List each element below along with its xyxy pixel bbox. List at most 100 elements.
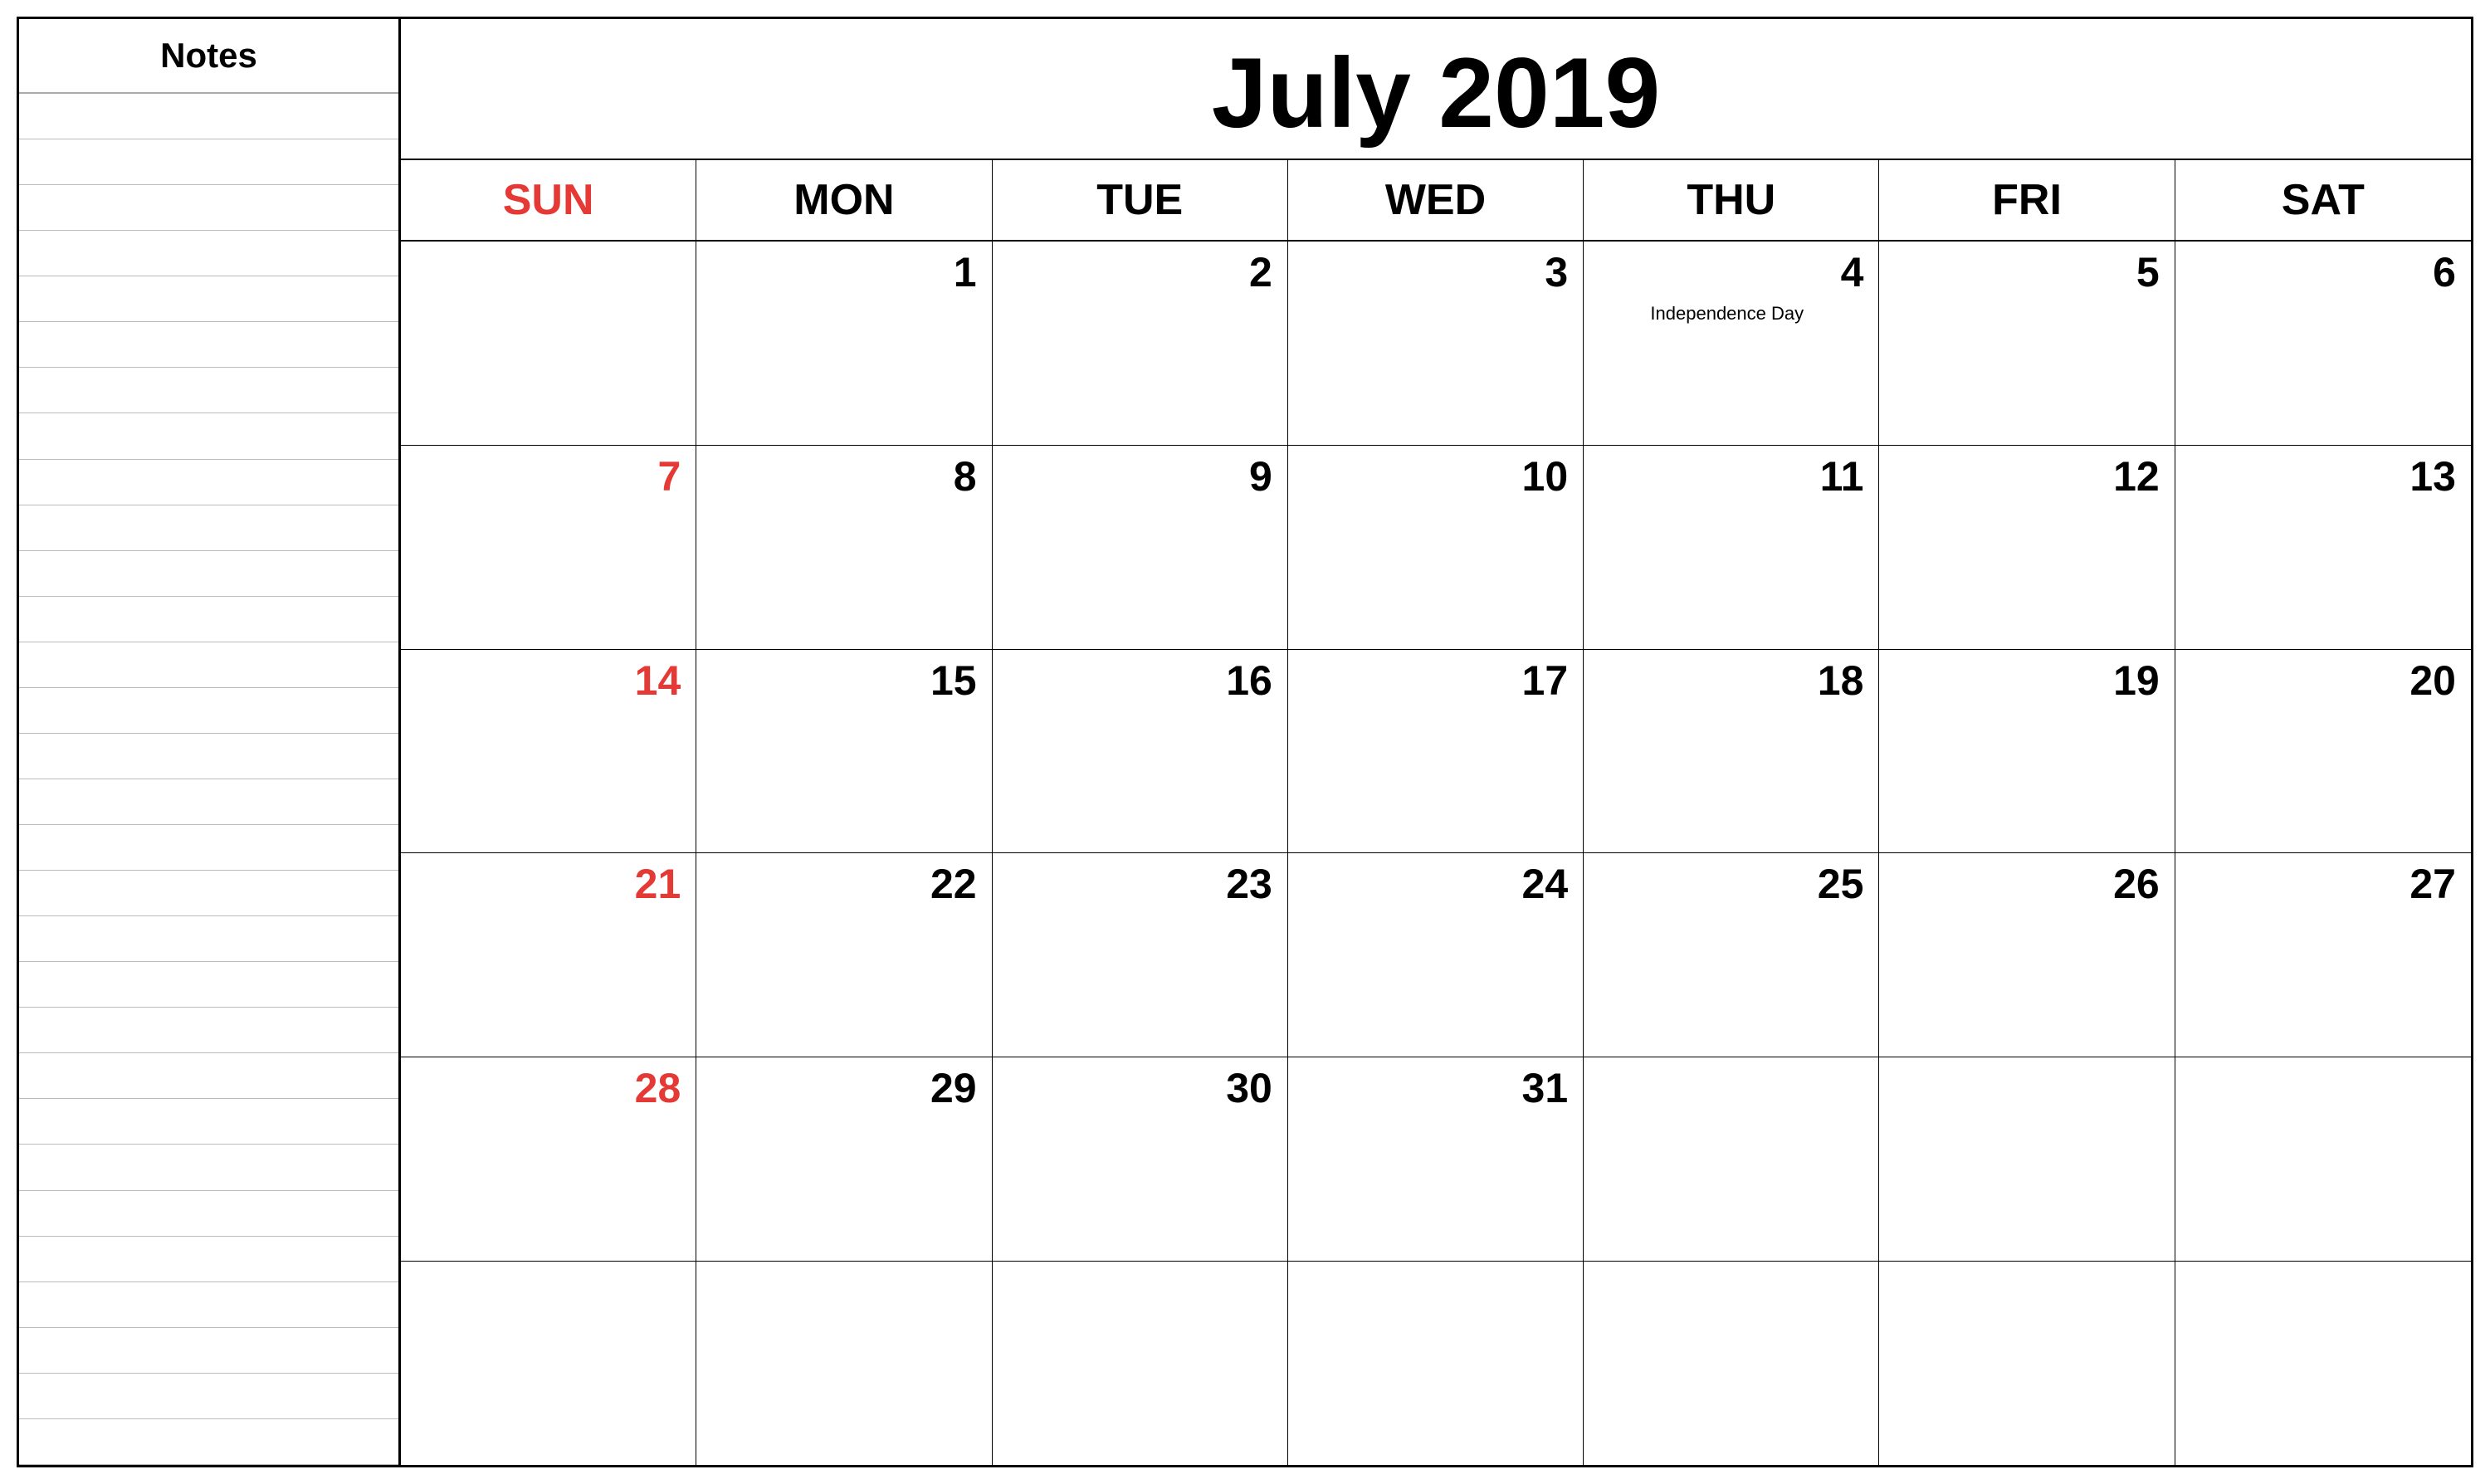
day-cell: 3 [1288, 242, 1584, 445]
day-cell: 14 [401, 650, 696, 853]
day-cell: 1 [696, 242, 992, 445]
note-line[interactable] [19, 185, 398, 231]
day-cell: 16 [993, 650, 1288, 853]
day-cell: 26 [1879, 853, 2175, 1057]
note-line[interactable] [19, 734, 398, 779]
day-number: 26 [2113, 863, 2160, 905]
note-line[interactable] [19, 368, 398, 413]
day-number: 5 [2136, 251, 2160, 293]
week-row-5: 28 29 30 31 [401, 1057, 2471, 1262]
day-number: 20 [2409, 660, 2456, 701]
day-number: 7 [657, 456, 681, 497]
day-header-sun: SUN [401, 160, 696, 240]
note-line[interactable] [19, 1191, 398, 1237]
note-line[interactable] [19, 551, 398, 597]
day-number: 22 [930, 863, 977, 905]
day-number: 30 [1226, 1067, 1272, 1109]
note-line[interactable] [19, 962, 398, 1008]
week-row-4: 21222324252627 [401, 853, 2471, 1057]
note-line[interactable] [19, 1053, 398, 1099]
day-cell: 27 [2175, 853, 2471, 1057]
day-header-sat: SAT [2175, 160, 2471, 240]
note-line[interactable] [19, 642, 398, 688]
day-number: 17 [1522, 660, 1569, 701]
note-line[interactable] [19, 597, 398, 642]
day-number: 14 [635, 660, 681, 701]
day-number: 25 [1818, 863, 1864, 905]
note-line[interactable] [19, 94, 398, 139]
note-line[interactable] [19, 322, 398, 368]
day-cell [401, 1262, 696, 1465]
day-cell: 13 [2175, 446, 2471, 649]
note-line[interactable] [19, 825, 398, 871]
day-number: 31 [1522, 1067, 1569, 1109]
day-cell [1288, 1262, 1584, 1465]
day-cell: 31 [1288, 1057, 1584, 1261]
page-container: Notes July 2019 SUNMONTUEWEDTHUFRISAT 12… [17, 17, 2473, 1467]
note-line[interactable] [19, 413, 398, 459]
day-number: 8 [954, 456, 977, 497]
day-number: 4 [1841, 251, 1864, 293]
day-cell [1584, 1057, 1879, 1261]
day-number: 15 [930, 660, 977, 701]
notes-lines [19, 94, 398, 1465]
note-line[interactable] [19, 1374, 398, 1419]
note-line[interactable] [19, 505, 398, 551]
day-number: 10 [1522, 456, 1569, 497]
day-number: 2 [1249, 251, 1272, 293]
day-cell: 15 [696, 650, 992, 853]
note-line[interactable] [19, 276, 398, 322]
notes-header: Notes [19, 19, 398, 94]
day-cell [1879, 1262, 2175, 1465]
week-row-2: 7 8 9 10 11 12 13 [401, 446, 2471, 650]
day-header-mon: MON [696, 160, 992, 240]
note-line[interactable] [19, 1008, 398, 1053]
day-cell: 19 [1879, 650, 2175, 853]
day-cell: 12 [1879, 446, 2175, 649]
day-cell: 5 [1879, 242, 2175, 445]
day-cell [401, 242, 696, 445]
day-cell [1584, 1262, 1879, 1465]
day-cell: 30 [993, 1057, 1288, 1261]
note-line[interactable] [19, 871, 398, 916]
note-line[interactable] [19, 231, 398, 276]
note-line[interactable] [19, 1282, 398, 1328]
week-row-6 [401, 1262, 2471, 1465]
day-number: 23 [1226, 863, 1272, 905]
day-number: 12 [2113, 456, 2160, 497]
note-line[interactable] [19, 1419, 398, 1465]
day-cell: 20 [2175, 650, 2471, 853]
week-row-3: 14 15 16 17 18 19 20 [401, 650, 2471, 854]
day-cell: 22 [696, 853, 992, 1057]
note-line[interactable] [19, 1328, 398, 1374]
day-cell: 8 [696, 446, 992, 649]
note-line[interactable] [19, 1237, 398, 1282]
note-line[interactable] [19, 779, 398, 825]
note-line[interactable] [19, 1099, 398, 1145]
day-cell: 21 [401, 853, 696, 1057]
day-number: 28 [635, 1067, 681, 1109]
calendar-section: July 2019 SUNMONTUEWEDTHUFRISAT 1234Inde… [401, 19, 2471, 1465]
day-cell: 29 [696, 1057, 992, 1261]
day-cell: 17 [1288, 650, 1584, 853]
note-line[interactable] [19, 916, 398, 962]
note-line[interactable] [19, 460, 398, 505]
day-event: Independence Day [1590, 303, 1863, 325]
day-number: 1 [954, 251, 977, 293]
note-line[interactable] [19, 139, 398, 185]
day-cell: 2 [993, 242, 1288, 445]
day-cell: 4 Independence Day [1584, 242, 1879, 445]
note-line[interactable] [19, 1145, 398, 1190]
day-cell: 9 [993, 446, 1288, 649]
note-line[interactable] [19, 688, 398, 734]
day-cell: 28 [401, 1057, 696, 1261]
notes-section: Notes [19, 19, 401, 1465]
day-number: 18 [1818, 660, 1864, 701]
day-number: 3 [1545, 251, 1568, 293]
day-cell: 11 [1584, 446, 1879, 649]
calendar-title: July 2019 [401, 19, 2471, 160]
day-cell: 25 [1584, 853, 1879, 1057]
day-number: 29 [930, 1067, 977, 1109]
day-cell [696, 1262, 992, 1465]
day-number: 9 [1249, 456, 1272, 497]
